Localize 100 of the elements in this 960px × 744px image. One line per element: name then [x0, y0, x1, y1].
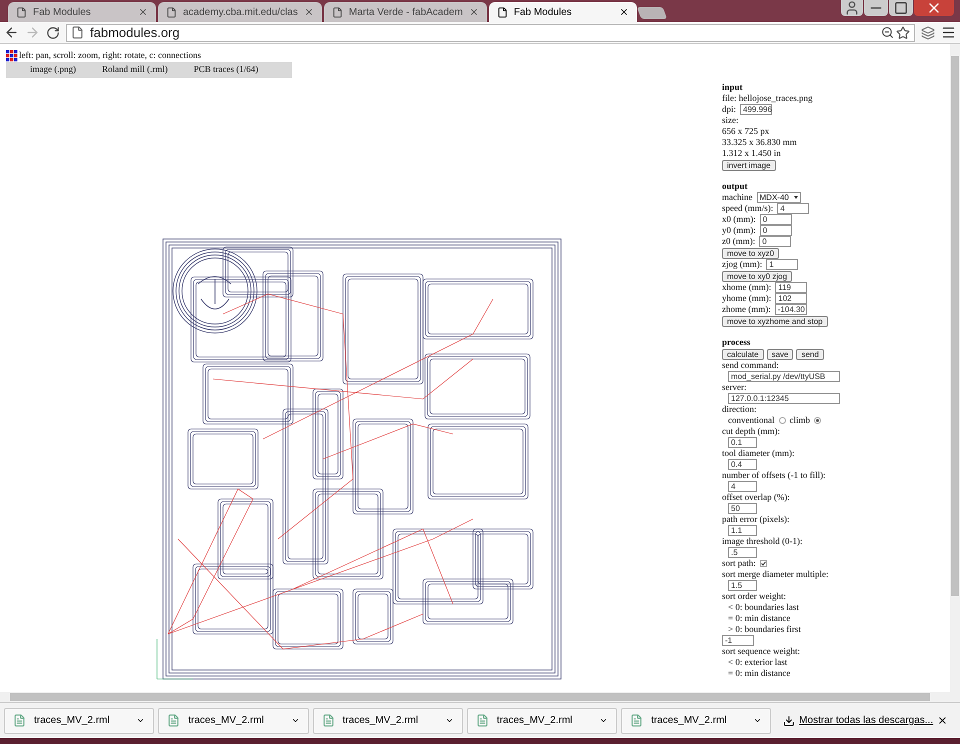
radio-label: climb — [790, 415, 810, 426]
input-field[interactable]: 1.5 — [728, 580, 757, 591]
horizontal-scrollbar[interactable] — [0, 692, 960, 702]
panel-text: < 0: exterior last — [727, 657, 788, 668]
tab-title: Marta Verde - fabAcadem — [348, 6, 463, 20]
page-icon — [496, 6, 508, 18]
close-icon[interactable] — [618, 7, 629, 17]
file-name: traces_MV_2.rml — [342, 714, 418, 728]
hint-text: left: pan, scroll: zoom, right: rotate, c: connections — [19, 49, 201, 62]
field-label: z0 (mm): — [722, 236, 756, 247]
field-label: dpi: — [722, 104, 736, 115]
file-icon — [322, 714, 335, 727]
checkbox[interactable] — [760, 560, 767, 567]
browser-tab[interactable]: academy.cba.mit.edu/clas — [158, 2, 322, 22]
download-item[interactable]: traces_MV_2.rml — [621, 708, 772, 734]
download-icon — [783, 714, 796, 726]
user-icon[interactable] — [841, 0, 863, 16]
field-label: machine — [722, 192, 752, 203]
radio-button[interactable] — [778, 417, 786, 424]
input-field[interactable]: 4 — [777, 203, 810, 214]
input-field[interactable]: 102 — [775, 293, 808, 304]
panel-text: sort order weight: — [722, 591, 787, 602]
input-field[interactable]: 119 — [775, 282, 808, 293]
panel-text: < 0: boundaries last — [727, 602, 800, 613]
panel-button[interactable]: save — [766, 348, 794, 360]
field-label: y0 (mm): — [722, 225, 756, 236]
field-label: image threshold (0-1): — [722, 536, 804, 547]
scroll-thumb[interactable] — [10, 693, 930, 701]
panel-button[interactable]: move to xyzhome and stop — [722, 316, 828, 326]
panel-text: size: — [722, 115, 740, 126]
input-field[interactable]: 0 — [760, 214, 792, 225]
caret-icon — [794, 196, 798, 199]
download-item[interactable]: traces_MV_2.rml — [4, 708, 154, 734]
field-label: sort merge diameter multiple: — [722, 569, 830, 580]
input-field[interactable]: 0 — [760, 225, 792, 236]
field-label: zhome (mm): — [722, 304, 771, 315]
download-item[interactable]: traces_MV_2.rml — [466, 708, 618, 734]
input-field[interactable]: 0.4 — [728, 459, 757, 470]
browser-tab[interactable]: Marta Verde - fabAcadem — [324, 2, 487, 22]
download-item[interactable]: traces_MV_2.rml — [158, 708, 309, 734]
panel-text: direction: — [722, 404, 758, 415]
maximize-icon[interactable] — [889, 0, 913, 16]
input-field[interactable]: 0 — [759, 236, 792, 247]
field-label: server: — [722, 382, 748, 393]
panel-button[interactable]: invert image — [722, 160, 776, 170]
menu-item[interactable]: PCB traces (1/64) — [194, 63, 258, 77]
input-field[interactable]: -104.30 — [774, 304, 807, 315]
input-field[interactable]: 127.0.0.1:12345 — [728, 393, 840, 404]
field-label: cut depth (mm): — [722, 426, 781, 437]
browser-tab[interactable]: Fab Modules — [488, 2, 637, 22]
caret-icon[interactable] — [444, 716, 454, 725]
new-tab-button[interactable] — [636, 7, 667, 19]
menu-item[interactable]: image (.png) — [30, 63, 76, 77]
field-label: number of offsets (-1 to fill): — [722, 470, 827, 481]
panel-button[interactable]: move to xyz0 — [722, 248, 780, 258]
input-field[interactable]: 4 — [728, 481, 757, 492]
file-icon — [167, 714, 180, 727]
zoom-icon[interactable] — [881, 26, 894, 39]
field-label: speed (mm/s): — [722, 203, 774, 214]
show-all-downloads-link[interactable]: Mostrar todas las descargas... — [799, 713, 934, 728]
file-name: traces_MV_2.rml — [34, 714, 110, 728]
input-field[interactable]: 1 — [766, 259, 798, 270]
address-bar[interactable]: fabmodules.org — [66, 24, 915, 42]
input-field[interactable]: -1 — [722, 635, 754, 646]
caret-icon[interactable] — [599, 716, 608, 725]
scroll-thumb[interactable] — [951, 56, 959, 596]
field-label: yhome (mm): — [722, 293, 772, 304]
browser-tab[interactable]: Fab Modules — [8, 2, 156, 22]
radio-label: conventional — [728, 415, 774, 426]
input-field[interactable]: mod_serial.py /dev/ttyUSB — [728, 371, 840, 382]
section-heading: input — [722, 82, 744, 93]
panel-text: > 0: boundaries first — [727, 624, 802, 635]
file-icon — [13, 714, 26, 727]
input-field[interactable]: 499.996 — [740, 104, 772, 115]
vertical-scrollbar[interactable] — [950, 44, 960, 692]
panel-button[interactable]: send — [796, 348, 824, 360]
close-icon[interactable] — [937, 715, 948, 726]
machine-select[interactable]: MDX-40 — [756, 192, 800, 203]
caret-icon[interactable] — [290, 716, 300, 725]
menu-item[interactable]: Roland mill (.rml) — [102, 63, 168, 77]
caret-icon[interactable] — [136, 716, 146, 725]
radio-button[interactable] — [814, 417, 821, 424]
input-field[interactable]: .5 — [728, 547, 757, 558]
panel-text: = 0: min distance — [727, 668, 792, 679]
panel-button[interactable]: calculate — [722, 348, 764, 360]
minimize-icon[interactable] — [864, 0, 888, 16]
caret-icon[interactable] — [753, 716, 762, 725]
input-field[interactable]: 0.1 — [728, 437, 757, 448]
reload-icon[interactable] — [46, 26, 60, 40]
input-field[interactable]: 50 — [728, 503, 757, 514]
panel-button[interactable]: move to xy0 zjog — [722, 270, 792, 282]
input-field[interactable]: 1.1 — [728, 525, 757, 536]
download-item[interactable]: traces_MV_2.rml — [312, 708, 463, 734]
star-icon[interactable] — [896, 26, 910, 40]
menu-icon[interactable] — [941, 25, 956, 40]
extension-icon[interactable] — [921, 26, 935, 40]
back-icon[interactable] — [4, 25, 19, 40]
tab-title: Fab Modules — [33, 6, 92, 20]
section-heading: process — [722, 337, 752, 348]
field-label: zjog (mm): — [722, 259, 762, 270]
